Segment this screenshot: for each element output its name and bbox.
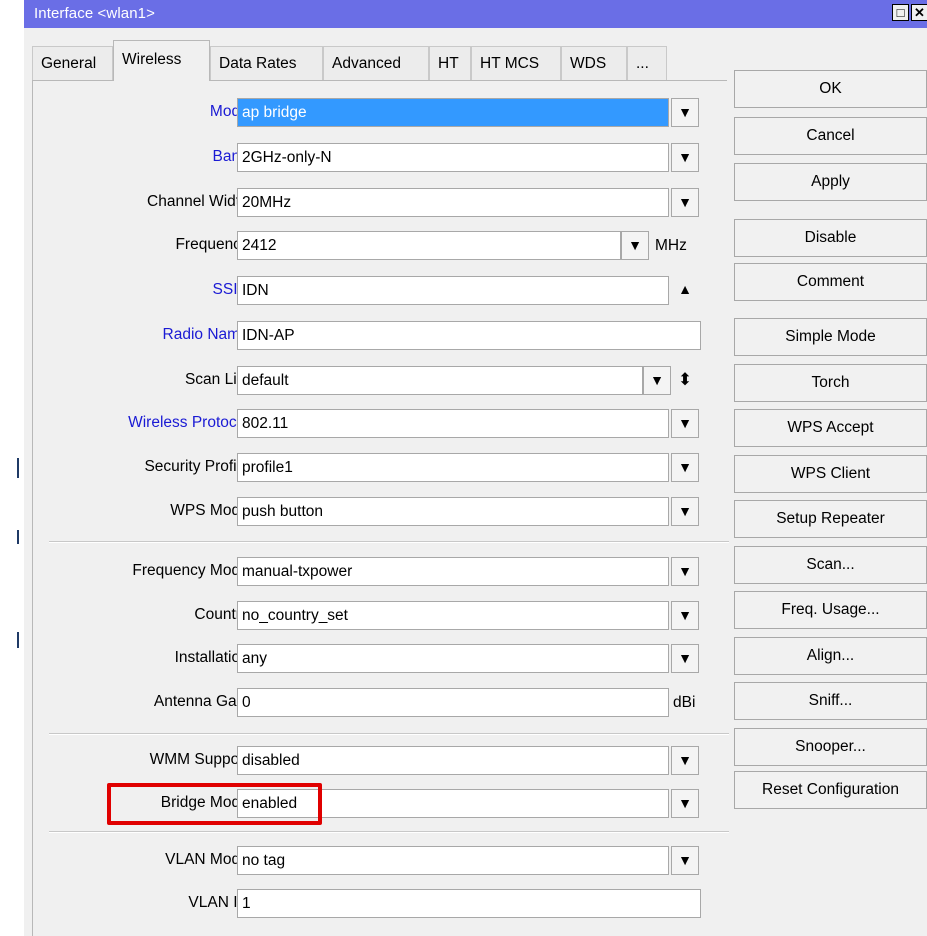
section-divider — [49, 733, 729, 735]
tab-wds[interactable]: WDS — [561, 46, 627, 80]
mode-value: ap bridge — [242, 104, 307, 121]
window-titlebar[interactable]: Interface <wlan1> □ ✕ — [24, 0, 927, 28]
radio-name-input[interactable]: IDN-AP — [237, 321, 701, 350]
scan-list-select[interactable]: default — [237, 366, 643, 395]
wmm-support-select[interactable]: disabled — [237, 746, 669, 775]
security-profile-row: Security Profile: profile1 ▼ — [33, 451, 733, 485]
dropdown-arrow-icon[interactable]: ▼ — [671, 98, 699, 127]
mode-select[interactable]: ap bridge — [237, 98, 669, 127]
frequency-mode-label: Frequency Mode: — [132, 562, 253, 579]
comment-button[interactable]: Comment — [734, 263, 927, 301]
scan-button[interactable]: Scan... — [734, 546, 927, 584]
channel-width-select[interactable]: 20MHz — [237, 188, 669, 217]
security-profile-select[interactable]: profile1 — [237, 453, 669, 482]
background-edge-mark — [17, 632, 19, 648]
wireless-protocol-label: Wireless Protocol: — [128, 414, 253, 431]
vlan-mode-row: VLAN Mode: no tag ▼ — [33, 844, 733, 878]
wps-mode-select[interactable]: push button — [237, 497, 669, 526]
window-title: Interface <wlan1> — [34, 5, 155, 22]
background-edge — [0, 0, 19, 936]
dropdown-arrow-icon[interactable]: ▼ — [671, 453, 699, 482]
snooper-button[interactable]: Snooper... — [734, 728, 927, 766]
bridge-mode-row: Bridge Mode: enabled ▼ — [33, 787, 733, 821]
antenna-gain-row: Antenna Gain: 0 dBi — [33, 686, 733, 720]
tab-more[interactable]: ... — [627, 46, 667, 80]
vlan-mode-select[interactable]: no tag — [237, 846, 669, 875]
ok-button[interactable]: OK — [734, 70, 927, 108]
tab-ht[interactable]: HT — [429, 46, 471, 80]
installation-select[interactable]: any — [237, 644, 669, 673]
band-select[interactable]: 2GHz-only-N — [237, 143, 669, 172]
radio-name-row: Radio Name: IDN-AP — [33, 319, 733, 353]
dropdown-arrow-icon[interactable]: ▼ — [671, 188, 699, 217]
dropdown-arrow-icon[interactable]: ▼ — [671, 746, 699, 775]
dropdown-arrow-icon[interactable]: ▼ — [671, 644, 699, 673]
bridge-mode-select[interactable]: enabled — [237, 789, 669, 818]
section-divider — [49, 831, 729, 833]
antenna-gain-input[interactable]: 0 — [237, 688, 669, 717]
wmm-support-row: WMM Support: disabled ▼ — [33, 744, 733, 778]
tab-ht-mcs[interactable]: HT MCS — [471, 46, 561, 80]
scan-list-row: Scan List: default ▼ ⬍ — [33, 364, 733, 398]
dropdown-arrow-icon[interactable]: ▼ — [671, 601, 699, 630]
tab-data-rates[interactable]: Data Rates — [210, 46, 323, 80]
dropdown-arrow-icon[interactable]: ▼ — [671, 497, 699, 526]
background-edge-mark — [17, 458, 19, 478]
dropdown-arrow-icon[interactable]: ▼ — [621, 231, 649, 260]
wps-accept-button[interactable]: WPS Accept — [734, 409, 927, 447]
close-icon[interactable]: ✕ — [911, 4, 927, 21]
frequency-mode-select[interactable]: manual-txpower — [237, 557, 669, 586]
tab-wireless[interactable]: Wireless — [113, 40, 210, 81]
tab-general[interactable]: General — [32, 46, 113, 80]
installation-row: Installation: any ▼ — [33, 642, 733, 676]
align-button[interactable]: Align... — [734, 637, 927, 675]
vlan-id-input[interactable]: 1 — [237, 889, 701, 918]
wireless-panel: Mode: ap bridge ▼ Band: 2GHz-only-N ▼ Ch… — [32, 80, 729, 936]
dropdown-arrow-icon[interactable]: ▼ — [671, 557, 699, 586]
torch-button[interactable]: Torch — [734, 364, 927, 402]
disable-button[interactable]: Disable — [734, 219, 927, 257]
simple-mode-button[interactable]: Simple Mode — [734, 318, 927, 356]
vlan-id-row: VLAN ID: 1 — [33, 887, 733, 921]
frequency-mode-row: Frequency Mode: manual-txpower ▼ — [33, 555, 733, 589]
up-down-arrows-icon[interactable]: ⬍ — [671, 366, 699, 395]
setup-repeater-button[interactable]: Setup Repeater — [734, 500, 927, 538]
antenna-gain-unit: dBi — [673, 694, 696, 711]
dropdown-arrow-icon[interactable]: ▼ — [643, 366, 671, 395]
wireless-protocol-row: Wireless Protocol: 802.11 ▼ — [33, 407, 733, 441]
ssid-input[interactable]: IDN — [237, 276, 669, 305]
freq-usage-button[interactable]: Freq. Usage... — [734, 591, 927, 629]
dropdown-arrow-icon[interactable]: ▼ — [671, 789, 699, 818]
frequency-unit: MHz — [655, 237, 687, 254]
wps-client-button[interactable]: WPS Client — [734, 455, 927, 493]
frequency-row: Frequency: 2412 ▼ MHz — [33, 229, 733, 263]
sniff-button[interactable]: Sniff... — [734, 682, 927, 720]
country-row: Country: no_country_set ▼ — [33, 599, 733, 633]
mode-row: Mode: ap bridge ▼ — [33, 96, 733, 130]
interface-window: Interface <wlan1> □ ✕ General Wireless D… — [24, 0, 927, 936]
triangle-up-icon[interactable]: ▲ — [671, 276, 699, 305]
wireless-protocol-select[interactable]: 802.11 — [237, 409, 669, 438]
dropdown-arrow-icon[interactable]: ▼ — [671, 143, 699, 172]
tab-advanced[interactable]: Advanced — [323, 46, 429, 80]
reset-configuration-button[interactable]: Reset Configuration — [734, 771, 927, 809]
background-edge-mark — [17, 530, 19, 544]
cancel-button[interactable]: Cancel — [734, 117, 927, 155]
apply-button[interactable]: Apply — [734, 163, 927, 201]
wps-mode-row: WPS Mode: push button ▼ — [33, 495, 733, 529]
maximize-icon[interactable]: □ — [892, 4, 909, 21]
band-row: Band: 2GHz-only-N ▼ — [33, 141, 733, 175]
dropdown-arrow-icon[interactable]: ▼ — [671, 846, 699, 875]
country-select[interactable]: no_country_set — [237, 601, 669, 630]
ssid-row: SSID: IDN ▲ — [33, 274, 733, 308]
dropdown-arrow-icon[interactable]: ▼ — [671, 409, 699, 438]
channel-width-row: Channel Width: 20MHz ▼ — [33, 186, 733, 220]
section-divider — [49, 541, 729, 543]
frequency-select[interactable]: 2412 — [237, 231, 621, 260]
